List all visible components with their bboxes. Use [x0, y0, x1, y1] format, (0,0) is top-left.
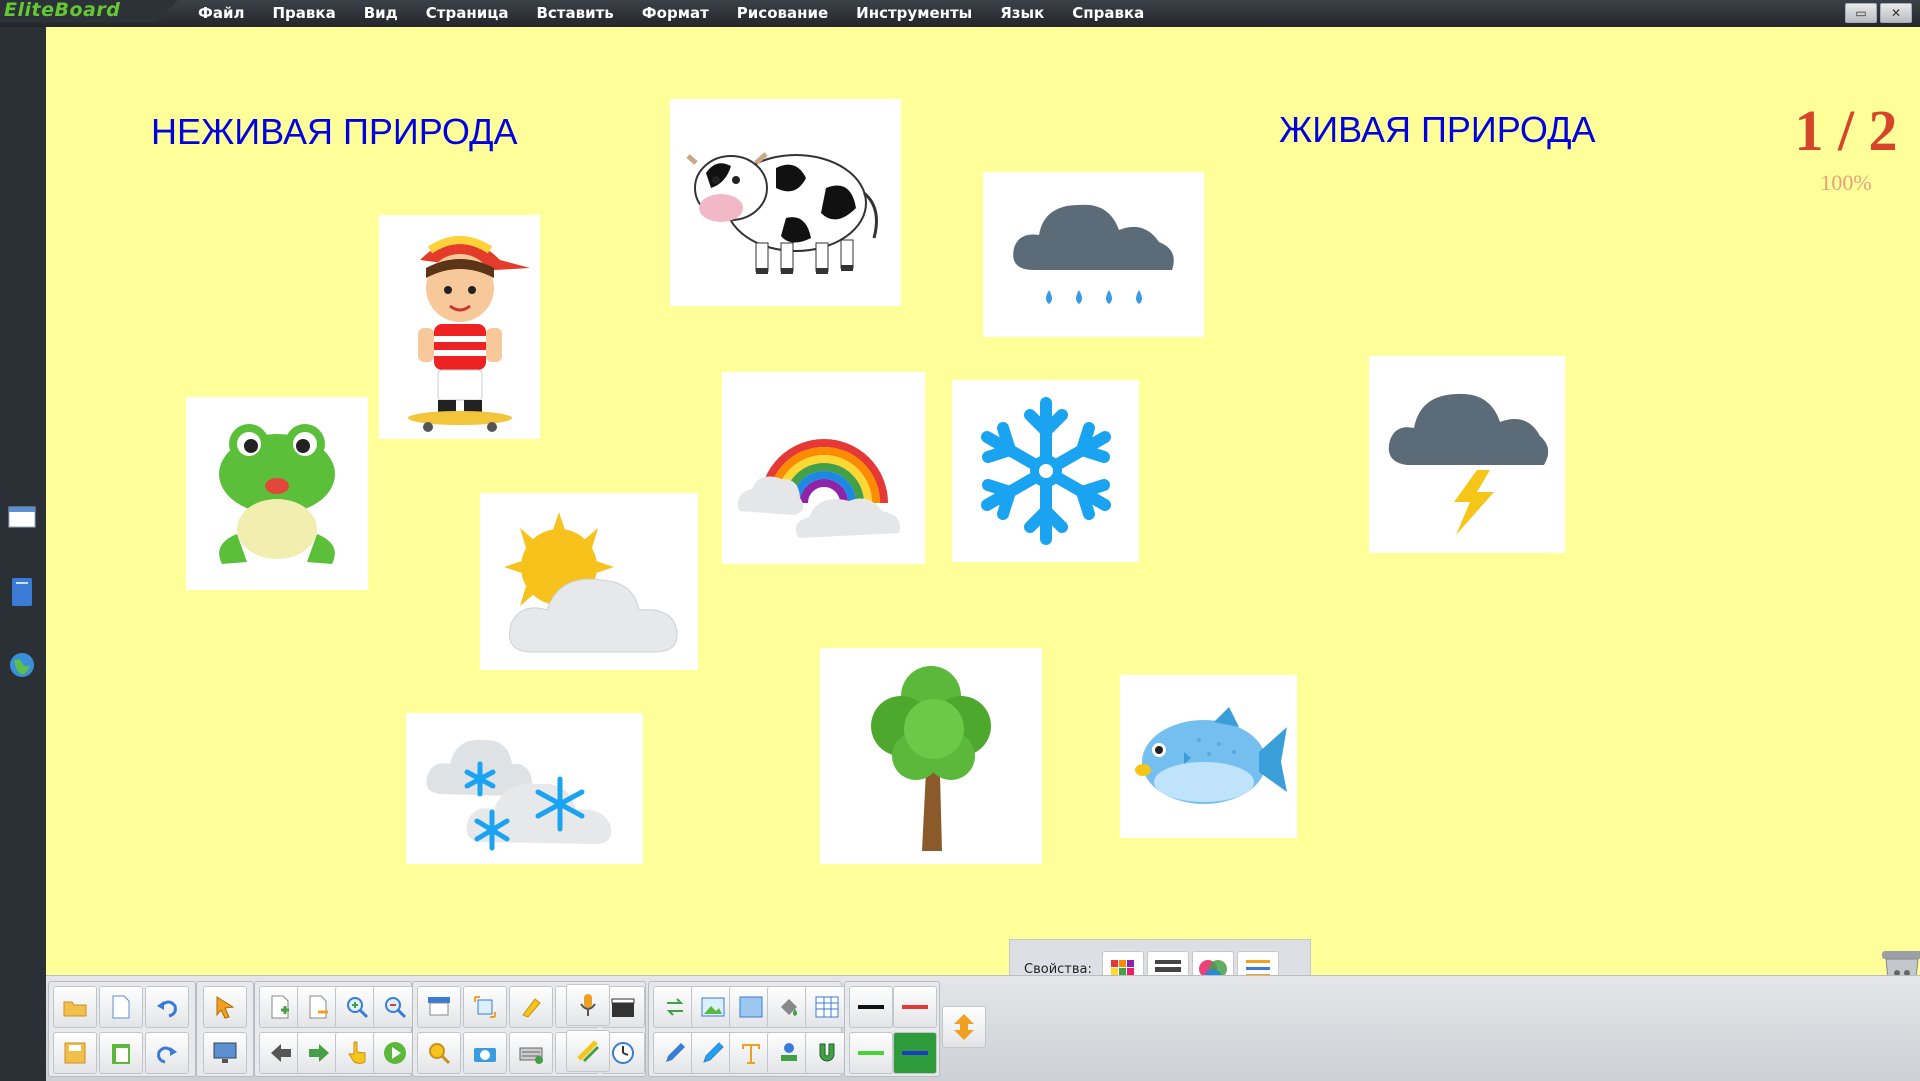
highlighter-icon[interactable] — [509, 986, 553, 1028]
page-counter: 1 / 2 — [1794, 98, 1898, 163]
select-arrow-icon[interactable] — [203, 986, 247, 1028]
paste-icon[interactable] — [99, 1032, 143, 1074]
heading-nonliving: НЕЖИВАЯ ПРИРОДА — [151, 111, 518, 152]
menu-edit[interactable]: Правка — [259, 3, 350, 23]
menu-insert[interactable]: Вставить — [522, 3, 627, 23]
snow-clouds-icon — [426, 739, 611, 850]
tree-card[interactable] — [820, 648, 1042, 864]
heading-living: ЖИВАЯ ПРИРОДА — [1279, 109, 1596, 150]
save-icon[interactable] — [53, 1032, 97, 1074]
frog-card[interactable] — [186, 397, 368, 590]
drawing-tools-group — [648, 981, 849, 1077]
rainbow-card[interactable] — [722, 372, 925, 564]
green-pen-swatch[interactable] — [849, 1032, 893, 1074]
file-tools-group — [48, 981, 196, 1077]
bottom-toolbar — [46, 975, 1920, 1081]
cow-icon — [685, 151, 878, 274]
undo-icon[interactable] — [145, 986, 189, 1028]
microphone-icon[interactable] — [566, 984, 610, 1026]
menu-bar: EliteBoard Файл Правка Вид Страница Вста… — [0, 0, 1920, 27]
snowflake-icon — [980, 397, 1111, 545]
window-icon[interactable] — [8, 505, 36, 533]
select-tools-group — [196, 981, 254, 1077]
zoom-out-icon[interactable] — [373, 986, 417, 1028]
left-sidebar — [0, 27, 46, 1080]
play-icon[interactable] — [373, 1032, 417, 1074]
puffer-fish-icon — [1134, 706, 1287, 804]
app-logo: EliteBoard — [0, 0, 178, 22]
toolbar-position-toggle-icon[interactable] — [942, 1006, 986, 1048]
sun-cloud-card[interactable] — [480, 493, 698, 670]
rain-cloud-card[interactable] — [983, 172, 1204, 337]
page-tools-group — [254, 981, 417, 1077]
boy-card[interactable] — [379, 215, 540, 439]
fit-screen-icon[interactable] — [463, 986, 507, 1028]
window-controls: ▭ ✕ — [1845, 3, 1912, 23]
red-pen-swatch[interactable] — [893, 986, 937, 1028]
rainbow-with-clouds-icon — [737, 439, 900, 538]
zoom-level: 100% — [1820, 170, 1872, 195]
redo-icon[interactable] — [145, 1032, 189, 1074]
book-icon[interactable] — [8, 577, 36, 606]
menu-help[interactable]: Справка — [1058, 3, 1158, 23]
menu-file[interactable]: Файл — [184, 3, 259, 23]
tree-icon — [871, 666, 991, 851]
menu-format[interactable]: Формат — [628, 3, 723, 23]
thunderstorm-cloud-icon — [1388, 393, 1549, 535]
menu-view[interactable]: Вид — [350, 3, 412, 23]
measure-tools-icon[interactable] — [566, 1030, 610, 1072]
new-document-icon[interactable] — [99, 986, 143, 1028]
black-pen-swatch[interactable] — [849, 986, 893, 1028]
snowflake-card[interactable] — [952, 380, 1139, 562]
frog-icon — [219, 423, 335, 564]
pen-colors-group — [844, 981, 940, 1077]
menu-items: Файл Правка Вид Страница Вставить Формат… — [184, 3, 1158, 23]
boy-on-skateboard-icon — [407, 235, 530, 432]
menu-page[interactable]: Страница — [412, 3, 523, 23]
cow-card[interactable] — [670, 99, 901, 306]
open-file-icon[interactable] — [53, 986, 97, 1028]
minimize-button[interactable]: ▭ — [1845, 3, 1877, 23]
table-icon[interactable] — [805, 986, 849, 1028]
magnet-icon[interactable] — [805, 1032, 849, 1074]
sun-behind-cloud-icon — [504, 511, 678, 652]
menu-tools[interactable]: Инструменты — [842, 3, 986, 23]
magnifier-icon[interactable] — [417, 1032, 461, 1074]
camera-icon[interactable] — [463, 1032, 507, 1074]
app-name: EliteBoard — [4, 0, 121, 21]
menu-language[interactable]: Язык — [986, 3, 1058, 23]
snow-clouds-card[interactable] — [406, 713, 643, 864]
tools-group — [412, 981, 646, 1077]
whiteboard-canvas[interactable]: НЕЖИВАЯ ПРИРОДА ЖИВАЯ ПРИРОДА 1 / 2 100% — [46, 27, 1920, 1005]
fish-card[interactable] — [1120, 675, 1297, 838]
close-button[interactable]: ✕ — [1880, 3, 1912, 23]
globe-icon[interactable] — [8, 651, 36, 679]
rain-cloud-icon — [1012, 204, 1174, 304]
menu-draw[interactable]: Рисование — [723, 3, 842, 23]
thunder-cloud-card[interactable] — [1369, 356, 1565, 553]
keyboard-icon[interactable] — [509, 1032, 553, 1074]
display-icon[interactable] — [203, 1032, 247, 1074]
screen-shade-icon[interactable] — [417, 986, 461, 1028]
blue-pen-swatch[interactable] — [893, 1032, 937, 1074]
